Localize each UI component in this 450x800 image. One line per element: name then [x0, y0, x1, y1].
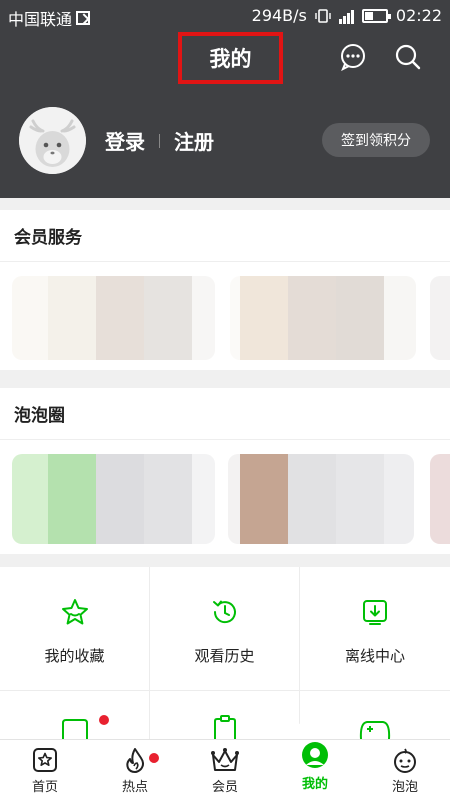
- tab-home-label: 首页: [31, 780, 58, 795]
- tasks-item[interactable]: [150, 691, 300, 739]
- notification-dot: [99, 715, 109, 725]
- deer-mascot-icon: [19, 107, 86, 174]
- clock: 02:22: [395, 6, 442, 25]
- message-icon[interactable]: [339, 43, 367, 71]
- offline-label: 离线中心: [344, 647, 405, 665]
- me-icon: [302, 742, 328, 768]
- clipboard-icon: [214, 715, 236, 739]
- favorites-item[interactable]: 我的收藏: [0, 567, 150, 691]
- signin-button-label: 签到领积分: [341, 133, 411, 149]
- history-icon: [212, 600, 236, 624]
- tab-home[interactable]: 首页: [0, 740, 90, 800]
- tab-vip[interactable]: 会员: [180, 740, 270, 800]
- tab-bubble-label: 泡泡: [391, 780, 418, 795]
- vibrate-icon: [315, 8, 331, 23]
- bottom-tab-bar: 首页 热点 会员 我的 泡泡: [0, 739, 450, 800]
- shortcut-grid: 我的收藏 观看历史 离线中心: [0, 567, 450, 739]
- home-icon: [33, 748, 57, 772]
- bubble-card[interactable]: [12, 454, 215, 544]
- offline-item[interactable]: 离线中心: [300, 567, 450, 691]
- fire-icon: [126, 748, 144, 773]
- register-link[interactable]: 注册: [174, 126, 214, 155]
- profile-header: 中国联通 294B/s 02:22 我的 登录 注册 签到领积分: [0, 0, 450, 198]
- crown-icon: [211, 748, 239, 771]
- search-icon[interactable]: [394, 43, 422, 71]
- signin-button[interactable]: 签到领积分: [322, 123, 430, 157]
- download-icon: [363, 600, 387, 625]
- status-bar: 中国联通 294B/s 02:22: [0, 0, 450, 32]
- tab-bubble[interactable]: 泡泡: [360, 740, 450, 800]
- gamepad-icon: [359, 721, 391, 739]
- network-speed: 294B/s: [251, 6, 307, 25]
- tab-hot-label: 热点: [121, 780, 148, 795]
- divider: [159, 133, 160, 148]
- page-title: 我的: [178, 32, 283, 84]
- notification-dot: [149, 753, 159, 763]
- bubble-card[interactable]: [430, 454, 450, 544]
- tab-vip-label: 会员: [211, 780, 238, 795]
- bubble-section: 泡泡圈: [0, 388, 450, 554]
- bubble-section-title: 泡泡圈: [0, 388, 450, 440]
- page-title-text: 我的: [209, 47, 252, 71]
- bubble-icon: [394, 748, 416, 773]
- tab-me-label: 我的: [301, 777, 328, 792]
- bubble-card[interactable]: [228, 454, 414, 544]
- vip-card[interactable]: [430, 276, 450, 360]
- wallet-icon: [62, 719, 88, 739]
- carrier-name: 中国联通: [8, 10, 73, 29]
- image-notification-icon: [76, 11, 91, 25]
- tab-hot[interactable]: 热点: [90, 740, 180, 800]
- star-icon: [61, 599, 88, 625]
- history-label: 观看历史: [194, 647, 255, 665]
- vip-section-title: 会员服务: [0, 210, 450, 262]
- vip-section: 会员服务: [0, 210, 450, 370]
- avatar[interactable]: [19, 107, 86, 174]
- wallet-item[interactable]: [0, 691, 150, 739]
- vip-card[interactable]: [12, 276, 215, 360]
- login-link[interactable]: 登录: [105, 126, 145, 155]
- tab-me[interactable]: 我的: [270, 740, 360, 800]
- favorites-label: 我的收藏: [44, 647, 105, 665]
- battery-icon: [361, 8, 391, 23]
- signal-icon: [338, 8, 354, 24]
- history-item[interactable]: 观看历史: [150, 567, 300, 691]
- vip-card[interactable]: [230, 276, 416, 360]
